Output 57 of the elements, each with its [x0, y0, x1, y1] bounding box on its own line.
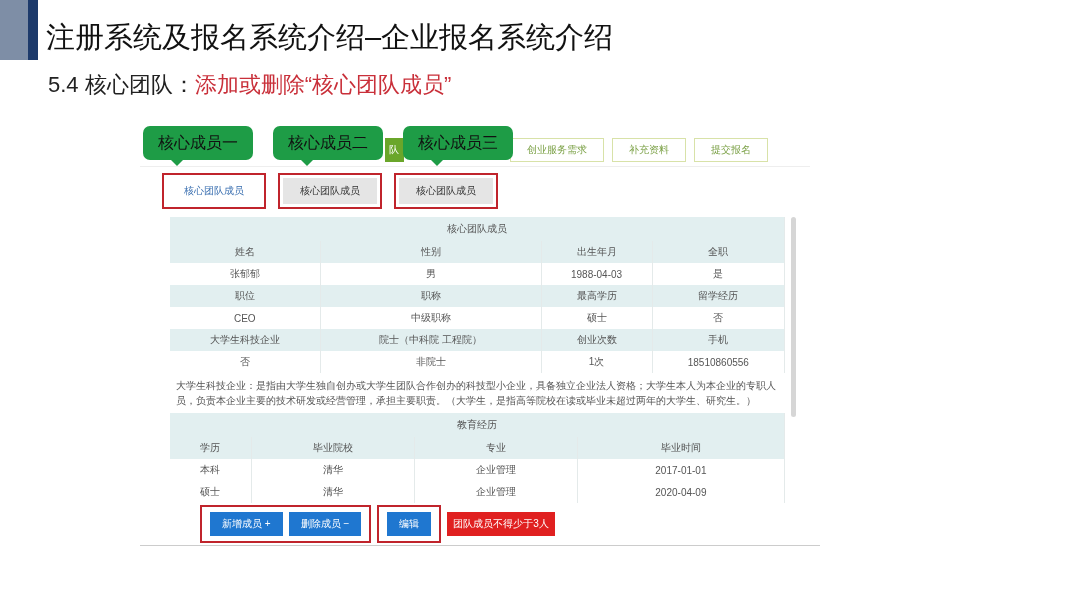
- table-cell: 2017-01-01: [577, 459, 785, 481]
- title-accent-bar: [0, 0, 38, 60]
- column-label: 职称: [320, 285, 542, 307]
- column-label: 性别: [320, 241, 542, 263]
- slide-title: 注册系统及报名系统介绍–企业报名系统介绍: [46, 20, 614, 55]
- table-cell: 1988-04-03: [541, 263, 653, 285]
- column-label: 手机: [652, 329, 785, 351]
- column-label: 大学生科技企业: [170, 329, 321, 351]
- table-cell: 否: [652, 307, 785, 329]
- column-label: 全职: [652, 241, 785, 263]
- column-label: 专业: [414, 437, 578, 459]
- callout-label: 核心成员二: [273, 126, 383, 166]
- step-button[interactable]: 队: [385, 138, 404, 162]
- column-label: 留学经历: [652, 285, 785, 307]
- column-label: 创业次数: [541, 329, 653, 351]
- table-cell: 男: [320, 263, 542, 285]
- column-label: 出生年月: [541, 241, 653, 263]
- column-label: 职位: [170, 285, 321, 307]
- column-label: 最高学历: [541, 285, 653, 307]
- member-tab[interactable]: 核心团队成员: [162, 173, 266, 209]
- note-text: 大学生科技企业：是指由大学生独自创办或大学生团队合作创办的科技型小企业，具备独立企业法人资格；大学生本人为本企业的专职人员，负责本企业主要的技术研发或经营管理，承担主要职责。（大学生，是指高等院校在读或毕业未超过两年的大学生、研究生。）: [175, 379, 777, 408]
- column-label: 姓名: [170, 241, 321, 263]
- table-title: 教育经历: [170, 413, 785, 437]
- column-label: 毕业院校: [251, 437, 415, 459]
- column-label: 学历: [170, 437, 252, 459]
- table-title: 核心团队成员: [170, 217, 785, 241]
- step-button[interactable]: 提交报名: [694, 138, 768, 162]
- scrollbar[interactable]: [791, 217, 796, 417]
- table-cell: 张郁郁: [170, 263, 321, 285]
- table-cell: 硕士: [541, 307, 653, 329]
- table-cell: 清华: [251, 481, 415, 503]
- member-tab[interactable]: 核心团队成员: [278, 173, 382, 209]
- highlight-text: 添加或删除“核心团队成员”: [194, 71, 452, 99]
- table-cell: 否: [170, 351, 321, 373]
- table-cell: 是: [652, 263, 785, 285]
- table-cell: 企业管理: [414, 459, 578, 481]
- table-cell: 清华: [251, 459, 415, 481]
- action-button[interactable]: 编辑: [387, 512, 432, 536]
- table-cell: CEO: [170, 307, 321, 329]
- warning-badge: 团队成员不得少于3人: [447, 512, 555, 536]
- column-label: 院士（中科院 工程院）: [320, 329, 542, 351]
- member-tab[interactable]: 核心团队成员: [394, 173, 498, 209]
- table-cell: 2020-04-09: [577, 481, 785, 503]
- section-heading: 5.4 核心团队：: [48, 71, 195, 99]
- callout-label: 核心成员一: [143, 126, 253, 166]
- table-cell: 非院士: [320, 351, 542, 373]
- action-button[interactable]: 删除成员 −: [288, 512, 362, 536]
- step-button[interactable]: 补充资料: [612, 138, 686, 162]
- table-cell: 1次: [541, 351, 653, 373]
- action-button[interactable]: 新增成员 +: [210, 512, 283, 536]
- step-button[interactable]: 创业服务需求: [510, 138, 604, 162]
- table-cell: 本科: [170, 459, 252, 481]
- table-cell: 企业管理: [414, 481, 578, 503]
- table-cell: 中级职称: [320, 307, 542, 329]
- callout-label: 核心成员三: [403, 126, 513, 166]
- column-label: 毕业时间: [577, 437, 785, 459]
- table-cell: 18510860556: [652, 351, 785, 373]
